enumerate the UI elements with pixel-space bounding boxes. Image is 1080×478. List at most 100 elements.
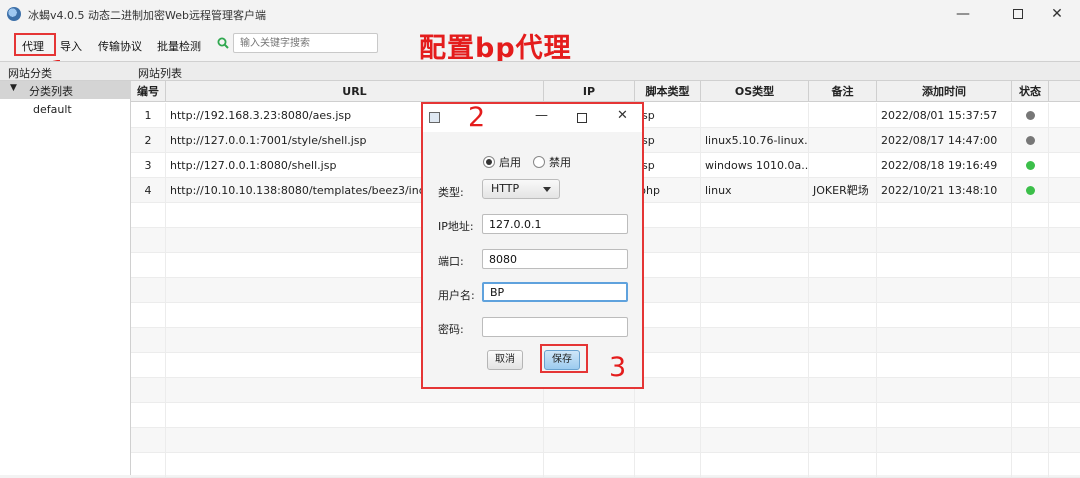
tree-item-default[interactable]: default: [0, 101, 131, 119]
cell-id: [131, 203, 166, 228]
minimize-button[interactable]: —: [940, 2, 986, 28]
cell-note: [809, 403, 877, 428]
cell-script-type: [635, 228, 701, 253]
menu-batch-check[interactable]: 批量检测: [157, 38, 201, 54]
cell-status: [1012, 153, 1049, 178]
radio-checked-icon: [483, 156, 495, 168]
radio-enable-label: 启用: [499, 156, 521, 169]
proxy-type-value: HTTP: [491, 182, 520, 195]
menu-import[interactable]: 导入: [60, 38, 82, 54]
column-header-url[interactable]: URL: [166, 81, 544, 102]
radio-enable[interactable]: 启用: [483, 154, 521, 170]
radio-disable[interactable]: 禁用: [533, 154, 571, 170]
cell-script-type: [635, 353, 701, 378]
cell-add-time: [877, 378, 1012, 403]
radio-unchecked-icon: [533, 156, 545, 168]
cell-id: [131, 228, 166, 253]
ip-label: IP地址:: [438, 220, 474, 233]
cell-note: [809, 153, 877, 178]
cell-status: [1012, 203, 1049, 228]
column-header-id[interactable]: 编号: [131, 81, 166, 102]
cell-script-type: php: [635, 178, 701, 203]
search-input[interactable]: [233, 33, 378, 53]
table-row[interactable]: [131, 453, 1080, 478]
expand-arrow-icon[interactable]: ▼: [10, 83, 17, 93]
status-dot-icon: [1025, 136, 1035, 145]
cell-id: [131, 428, 166, 453]
table-row[interactable]: [131, 428, 1080, 453]
cell-os-type: [701, 403, 809, 428]
username-label: 用户名:: [438, 289, 475, 302]
dialog-maximize-button[interactable]: [577, 110, 587, 125]
cell-status: [1012, 453, 1049, 478]
close-button[interactable]: ✕: [1034, 2, 1080, 28]
column-header-os-type[interactable]: OS类型: [701, 81, 809, 102]
cell-os-type: [701, 253, 809, 278]
cell-note: [809, 128, 877, 153]
cell-script-type: [635, 303, 701, 328]
cell-status: [1012, 228, 1049, 253]
cell-ip: [544, 403, 635, 428]
cell-os-type: [701, 228, 809, 253]
proxy-settings-dialog: — ✕ 启用 禁用 类型: HTTP IP地址: 端口: 用户名: 密码: 取消…: [421, 102, 644, 389]
cell-add-time: [877, 328, 1012, 353]
window-title: 冰蝎v4.0.5 动态二进制加密Web远程管理客户端: [28, 9, 266, 22]
column-header-add-time[interactable]: 添加时间: [877, 81, 1012, 102]
cell-os-type: [701, 453, 809, 478]
cell-add-time: [877, 403, 1012, 428]
cell-id: [131, 253, 166, 278]
cell-ip: [544, 428, 635, 453]
tree-item-label: default: [33, 103, 72, 116]
cell-note: [809, 378, 877, 403]
cell-os-type: [701, 353, 809, 378]
cell-note: [809, 303, 877, 328]
cell-id: [131, 378, 166, 403]
dialog-close-button[interactable]: ✕: [617, 108, 628, 123]
dialog-window-icon: [429, 112, 440, 123]
cell-note: [809, 428, 877, 453]
column-header-ip[interactable]: IP: [544, 81, 635, 102]
cell-url: [166, 403, 544, 428]
save-button[interactable]: 保存: [544, 350, 580, 370]
cell-add-time: [877, 428, 1012, 453]
app-logo-icon: [7, 7, 21, 21]
cell-note: [809, 253, 877, 278]
cell-script-type: [635, 403, 701, 428]
column-header-script-type[interactable]: 脚本类型: [635, 81, 701, 102]
cancel-button[interactable]: 取消: [487, 350, 523, 370]
cell-script-type: [635, 453, 701, 478]
port-input[interactable]: [482, 249, 628, 269]
cell-os-type: [701, 428, 809, 453]
proxy-type-select[interactable]: HTTP: [482, 179, 560, 199]
cell-add-time: [877, 228, 1012, 253]
tree-item-category-list[interactable]: ▼ 分类列表: [0, 81, 131, 99]
cell-status: [1012, 378, 1049, 403]
ip-address-input[interactable]: [482, 214, 628, 234]
annotation-step-3: 3: [609, 352, 627, 383]
dropdown-caret-icon: [543, 187, 551, 192]
cell-id: 3: [131, 153, 166, 178]
column-header-status[interactable]: 状态: [1012, 81, 1049, 102]
cell-note: [809, 203, 877, 228]
cell-script-type: jsp: [635, 103, 701, 128]
cell-status: [1012, 103, 1049, 128]
cell-status: [1012, 253, 1049, 278]
cell-id: 4: [131, 178, 166, 203]
password-input[interactable]: [482, 317, 628, 337]
cell-note: [809, 453, 877, 478]
cell-id: [131, 278, 166, 303]
cell-note: [809, 353, 877, 378]
menu-transport-protocol[interactable]: 传输协议: [98, 38, 142, 54]
cell-os-type: [701, 103, 809, 128]
column-header-note[interactable]: 备注: [809, 81, 877, 102]
dialog-minimize-button[interactable]: —: [535, 108, 548, 123]
cell-status: [1012, 128, 1049, 153]
cell-url: [166, 453, 544, 478]
table-row[interactable]: [131, 403, 1080, 428]
cell-id: [131, 453, 166, 478]
username-input[interactable]: [482, 282, 628, 302]
cell-status: [1012, 403, 1049, 428]
radio-disable-label: 禁用: [549, 156, 571, 169]
cell-script-type: [635, 428, 701, 453]
cell-os-type: windows 1010.0a...: [701, 153, 809, 178]
